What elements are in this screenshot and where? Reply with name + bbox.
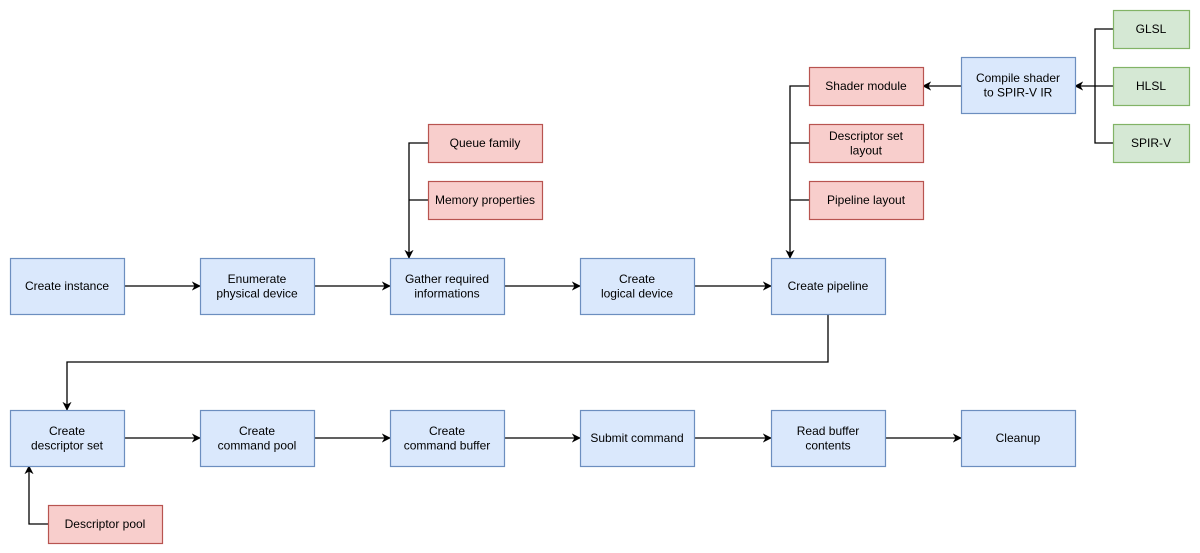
node-submit-command[interactable]: Submit command [579,409,696,468]
node-label: Cleanup [996,431,1041,445]
node-spir-v[interactable]: SPIR-V [1112,123,1191,164]
node-create-logical-device[interactable]: Createlogical device [579,257,696,316]
node-enumerate-physical-device[interactable]: Enumeratephysical device [199,257,316,316]
node-label: Shader module [825,79,907,93]
node-label: descriptor set [31,438,104,452]
node-label: Create [239,424,275,438]
node-gather-required-informations[interactable]: Gather requiredinformations [389,257,506,316]
node-queue-family[interactable]: Queue family [427,123,544,164]
node-cleanup[interactable]: Cleanup [960,409,1077,468]
node-label: HLSL [1136,79,1166,93]
node-memory-properties[interactable]: Memory properties [427,180,544,221]
node-create-descriptor-set[interactable]: Createdescriptor set [9,409,126,468]
node-label: Create pipeline [788,279,869,293]
node-shader-module[interactable]: Shader module [808,66,925,107]
node-compile-shader[interactable]: Compile shaderto SPIR-V IR [960,56,1077,115]
node-create-command-buffer[interactable]: Createcommand buffer [389,409,506,468]
edge-create-pipeline-to-create-descriptor-set [62,314,829,411]
edge-descriptor-pool-to-create-descriptor-set [24,465,48,525]
node-create-command-pool[interactable]: Createcommand pool [199,409,316,468]
node-label: Pipeline layout [827,193,906,207]
node-label: Gather required [405,272,489,286]
node-label: Descriptor pool [65,517,146,531]
node-label: GLSL [1136,22,1167,36]
node-glsl[interactable]: GLSL [1112,9,1191,50]
flow-diagram: Create instance Enumeratephysical device G… [9,9,1191,545]
node-label: physical device [216,286,298,300]
node-label: contents [805,438,850,452]
node-label: SPIR-V [1131,136,1171,150]
node-label: layout [850,143,883,157]
edge-glsl-to-compile-shader [1094,28,1113,86]
node-create-instance[interactable]: Create instance [9,257,126,316]
node-descriptor-set-layout[interactable]: Descriptor setlayout [808,123,925,164]
node-read-buffer-contents[interactable]: Read buffercontents [770,409,887,468]
node-label: command buffer [404,438,491,452]
node-label: Create [429,424,465,438]
node-pipeline-layout[interactable]: Pipeline layout [808,180,925,221]
node-label: Submit command [590,431,683,445]
edges-layer [24,28,1113,525]
node-label: Descriptor set [829,129,904,143]
node-label: Enumerate [228,272,287,286]
edge-spir-v-to-compile-shader [1094,86,1113,144]
node-hlsl[interactable]: HLSL [1112,66,1191,107]
node-label: Queue family [450,136,521,150]
node-label: Create instance [25,279,109,293]
nodes-layer: Create instance Enumeratephysical device G… [9,9,1191,545]
node-create-pipeline[interactable]: Create pipeline [770,257,887,316]
node-label: informations [414,286,479,300]
node-label: to SPIR-V IR [984,85,1053,99]
node-label: Memory properties [435,193,535,207]
node-label: Create [49,424,85,438]
node-label: Read buffer [797,424,860,438]
node-label: command pool [218,438,297,452]
node-label: logical device [601,286,673,300]
edge-shader-module-to-create-pipeline [785,85,809,259]
node-descriptor-pool[interactable]: Descriptor pool [47,504,164,545]
node-label: Create [619,272,655,286]
node-label: Compile shader [976,71,1060,85]
